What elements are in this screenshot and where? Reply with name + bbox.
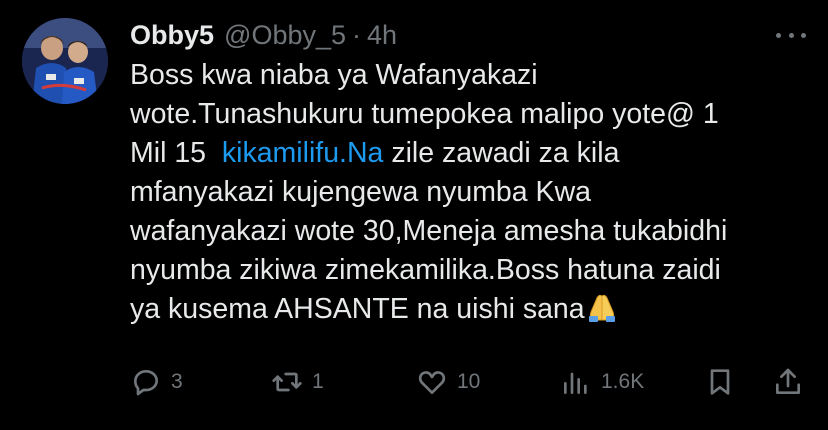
like-icon xyxy=(418,371,446,394)
timestamp[interactable]: 4h xyxy=(367,20,397,51)
tweet-line-7-wrapper: ya kusema AHSANTE na uishi sana xyxy=(130,290,810,329)
user-handle[interactable]: @Obby_5 xyxy=(224,20,346,51)
more-icon[interactable] xyxy=(776,28,806,42)
separator-dot: · xyxy=(352,20,362,50)
tweet-line-3: Mil 15 kikamilifu.Na zile zawadi za kila xyxy=(130,134,810,173)
views-button[interactable]: 1.6K xyxy=(560,362,644,402)
views-icon xyxy=(564,372,587,394)
avatar[interactable] xyxy=(22,18,108,104)
tweet[interactable]: Obby5 @Obby_5 · 4h Boss kwa niaba ya Waf… xyxy=(0,0,828,430)
tweet-line-3-suffix: zile zawadi za kila xyxy=(383,137,620,169)
folded-hands-emoji xyxy=(588,294,615,322)
tweet-link[interactable]: kikamilifu.Na xyxy=(222,137,384,169)
retweet-button[interactable]: 1 xyxy=(271,362,324,402)
avatar-image xyxy=(22,18,108,104)
views-count: 1.6K xyxy=(601,370,645,393)
more-dot xyxy=(776,32,781,38)
tweet-line-7: ya kusema AHSANTE na uishi sana xyxy=(130,293,585,325)
reply-icon xyxy=(134,370,158,396)
reply-button[interactable]: 3 xyxy=(130,362,183,402)
like-count: 10 xyxy=(457,370,481,393)
tweet-line-4: mfanyakazi kujengewa nyumba Kwa xyxy=(130,176,591,208)
more-dot xyxy=(788,32,794,38)
retweet-count: 1 xyxy=(312,370,324,393)
bookmark-button[interactable] xyxy=(704,362,736,402)
tweet-header: Obby5 @Obby_5 · 4h xyxy=(130,20,397,56)
display-name[interactable]: Obby5 xyxy=(130,20,214,51)
tweet-line-1: Boss kwa niaba ya Wafanyakazi xyxy=(130,59,538,91)
share-icon xyxy=(776,368,800,394)
action-bar: 3 1 10 1.6K xyxy=(130,362,810,402)
more-dot xyxy=(801,32,806,38)
reply-count: 3 xyxy=(171,370,183,393)
tweet-text: Boss kwa niaba ya Wafanyakazi wote.Tunas… xyxy=(130,56,810,329)
tweet-line-5: wafanyakazi wote 30,Meneja amesha tukabi… xyxy=(130,215,728,247)
share-button[interactable] xyxy=(772,362,804,402)
tweet-line-2: wote.Tunashukuru tumepokea malipo yote@ … xyxy=(130,98,719,130)
bookmark-icon xyxy=(710,369,730,395)
retweet-icon xyxy=(272,372,302,392)
tweet-line-6: nyumba zikiwa zimekamilika.Boss hatuna z… xyxy=(130,254,721,286)
tweet-line-3-prefix: Mil 15 xyxy=(130,137,222,169)
like-button[interactable]: 10 xyxy=(416,362,480,402)
